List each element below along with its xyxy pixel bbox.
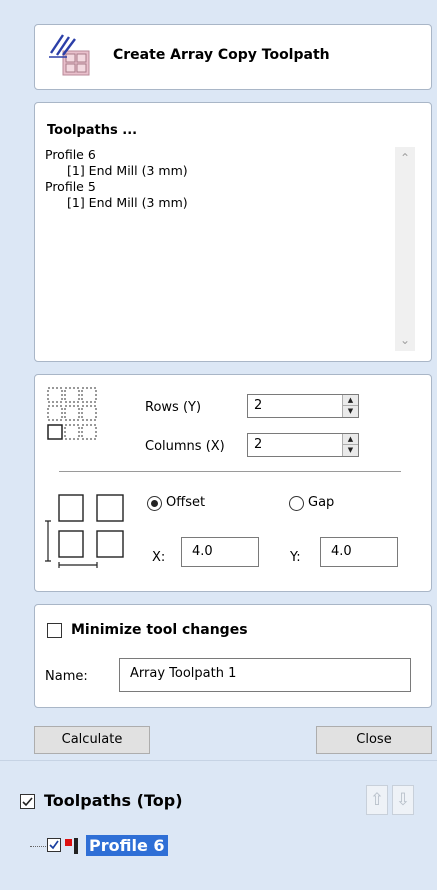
panel-title: Create Array Copy Toolpath [113, 47, 330, 63]
gap-label[interactable]: Gap [308, 495, 334, 510]
spacing-icon [43, 489, 127, 577]
toolpaths-list[interactable]: Profile 6 [1] End Mill (3 mm) Profile 5 … [45, 147, 375, 211]
rows-value[interactable]: 2 [254, 398, 262, 413]
x-value[interactable]: 4.0 [192, 544, 213, 559]
x-offset-input[interactable]: 4.0 [181, 537, 259, 567]
toolpath-type-icon [64, 837, 82, 859]
spin-up-icon[interactable]: ▲ [343, 395, 358, 406]
y-label: Y: [290, 550, 301, 565]
list-item-tool[interactable]: [1] End Mill (3 mm) [45, 195, 375, 211]
toolpaths-top-title: Toolpaths (Top) [44, 791, 183, 810]
columns-label: Columns (X) [145, 439, 225, 454]
minimize-checkbox[interactable] [47, 623, 62, 638]
move-up-icon[interactable]: ⇧ [366, 785, 388, 815]
y-offset-input[interactable]: 4.0 [320, 537, 398, 567]
array-settings-box: Rows (Y) 2 ▲ ▼ Columns (X) 2 ▲ ▼ Offset … [34, 374, 432, 592]
toolpaths-top-checkbox[interactable] [20, 794, 35, 809]
spin-down-icon[interactable]: ▼ [343, 406, 358, 417]
x-label: X: [152, 550, 166, 565]
options-box: Minimize tool changes Name: Array Toolpa… [34, 604, 432, 708]
array-copy-icon [47, 33, 95, 81]
scroll-down-icon[interactable]: ⌄ [395, 331, 415, 349]
checkmark-icon [49, 840, 59, 850]
move-down-icon[interactable]: ⇩ [392, 785, 414, 815]
close-button[interactable]: Close [316, 726, 432, 754]
array-grid-icon [47, 387, 99, 447]
divider [59, 471, 401, 472]
spin-down-icon[interactable]: ▼ [343, 445, 358, 456]
header-box: Create Array Copy Toolpath [34, 24, 432, 90]
columns-value[interactable]: 2 [254, 437, 262, 452]
toolpaths-list-box: Toolpaths ... Profile 6 [1] End Mill (3 … [34, 102, 432, 362]
columns-stepper[interactable]: 2 ▲ ▼ [247, 433, 359, 457]
array-copy-panel: Create Array Copy Toolpath Toolpaths ...… [0, 0, 437, 760]
name-label: Name: [45, 669, 88, 684]
profile-6-checkbox[interactable] [47, 838, 61, 852]
checkmark-icon [22, 797, 33, 807]
toolpath-name-value[interactable]: Array Toolpath 1 [130, 666, 236, 681]
toolpaths-heading: Toolpaths ... [47, 123, 138, 138]
list-item-tool[interactable]: [1] End Mill (3 mm) [45, 163, 375, 179]
columns-spin-buttons[interactable]: ▲ ▼ [342, 434, 358, 456]
offset-radio[interactable] [147, 496, 162, 511]
rows-stepper[interactable]: 2 ▲ ▼ [247, 394, 359, 418]
list-item[interactable]: Profile 5 [45, 179, 375, 195]
calculate-button[interactable]: Calculate [34, 726, 150, 754]
spin-up-icon[interactable]: ▲ [343, 434, 358, 445]
toolpath-name-input[interactable]: Array Toolpath 1 [119, 658, 411, 692]
minimize-label[interactable]: Minimize tool changes [71, 622, 248, 638]
tree-connector [30, 846, 46, 847]
tree-item-profile-6[interactable]: Profile 6 [86, 835, 168, 856]
list-scrollbar[interactable]: ⌃ ⌄ [395, 147, 415, 351]
y-value[interactable]: 4.0 [331, 544, 352, 559]
scroll-up-icon[interactable]: ⌃ [395, 149, 415, 167]
toolpath-tree-area: Toolpaths (Top) ⇧ ⇩ Profile 6 [0, 760, 437, 890]
rows-spin-buttons[interactable]: ▲ ▼ [342, 395, 358, 417]
list-item[interactable]: Profile 6 [45, 147, 375, 163]
gap-radio[interactable] [289, 496, 304, 511]
offset-label[interactable]: Offset [166, 495, 205, 510]
rows-label: Rows (Y) [145, 400, 202, 415]
